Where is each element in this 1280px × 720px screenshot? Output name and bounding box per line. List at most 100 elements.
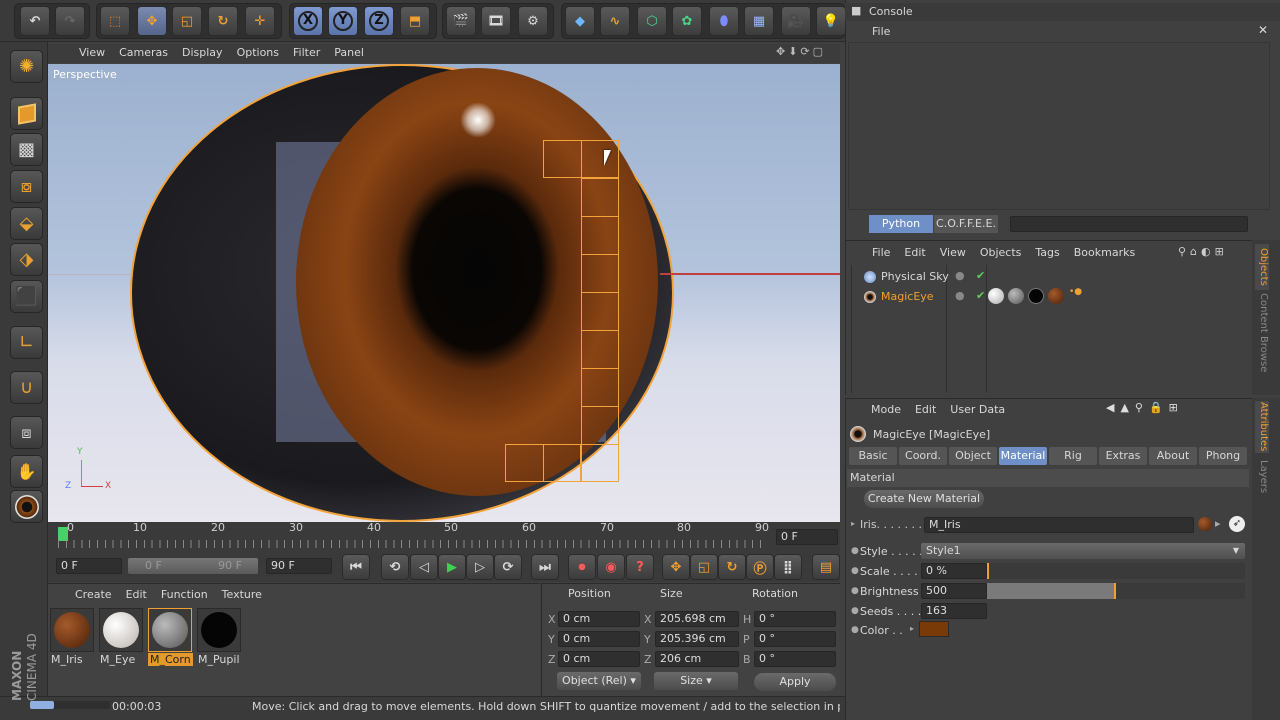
coord-size-select[interactable]: Size ▾: [654, 672, 738, 690]
viewport-nav-icons[interactable]: ✥⬇⟳▢: [776, 45, 826, 58]
redo-icon[interactable]: ↷: [55, 6, 85, 36]
attribute-menu-mode[interactable]: Mode: [864, 401, 908, 419]
scale-slider[interactable]: [987, 563, 1245, 579]
material-tag-iris[interactable]: [1048, 288, 1064, 304]
apply-button[interactable]: Apply: [754, 673, 836, 691]
x-axis-button[interactable]: X: [293, 6, 323, 36]
iris-expand-icon[interactable]: ▸: [851, 519, 855, 528]
workplane-mode-icon[interactable]: ⧇: [10, 170, 43, 203]
material-tag-pupil[interactable]: [1028, 288, 1044, 304]
enabled-check-icon[interactable]: ✔: [976, 269, 985, 282]
timeline-window-icon[interactable]: ▤: [812, 554, 840, 580]
rot-b-field[interactable]: 0 °: [754, 651, 836, 667]
size-z-field[interactable]: 206 cm: [655, 651, 739, 667]
brightness-field[interactable]: 500: [921, 583, 987, 599]
render-view-icon[interactable]: 🎬: [446, 6, 476, 36]
side-tab-content-browser[interactable]: Content Browse: [1255, 293, 1269, 377]
material-m-iris[interactable]: [50, 608, 94, 652]
viewport-canvas[interactable]: Y Z X Perspective: [48, 64, 840, 522]
size-x-field[interactable]: 205.698 cm: [655, 611, 739, 627]
tab-about[interactable]: About: [1149, 447, 1197, 465]
material-tag-corn[interactable]: [1008, 288, 1024, 304]
style-dropdown[interactable]: Style1 ▼: [921, 543, 1245, 559]
coordinate-system-icon[interactable]: ⬒: [400, 6, 430, 36]
previous-frame-icon[interactable]: ◁: [410, 554, 438, 580]
object-menu-bookmarks[interactable]: Bookmarks: [1067, 244, 1142, 262]
floor-icon[interactable]: ▦: [744, 6, 774, 36]
tab-coffee[interactable]: C.O.F.F.E.E.: [934, 215, 998, 233]
move-icon[interactable]: ✥: [137, 6, 167, 36]
tab-python[interactable]: Python: [869, 215, 933, 233]
pos-x-field[interactable]: 0 cm: [558, 611, 640, 627]
create-tool-icon[interactable]: ✛: [245, 6, 275, 36]
scale-anim-dot-icon[interactable]: ●: [851, 566, 859, 576]
color-expand-icon[interactable]: ▸: [910, 624, 914, 633]
create-new-material-button[interactable]: Create New Material: [864, 490, 984, 508]
tab-phong[interactable]: Phong: [1199, 447, 1247, 465]
material-menu-create[interactable]: Create: [68, 586, 119, 604]
attribute-menu-edit[interactable]: Edit: [908, 401, 943, 419]
deformer-icon[interactable]: ⬮: [709, 6, 739, 36]
snap-magnet-icon[interactable]: ∪: [10, 371, 43, 404]
live-select-icon[interactable]: ⬚: [100, 6, 130, 36]
light-icon[interactable]: 💡: [816, 6, 846, 36]
color-swatch[interactable]: [919, 621, 949, 637]
brightness-slider[interactable]: [987, 583, 1245, 599]
material-m-pupil[interactable]: [197, 608, 241, 652]
pos-z-field[interactable]: 0 cm: [558, 651, 640, 667]
rot-h-field[interactable]: 0 °: [754, 611, 836, 627]
color-anim-dot-icon[interactable]: ●: [851, 625, 859, 635]
y-axis-button[interactable]: Y: [328, 6, 358, 36]
style-anim-dot-icon[interactable]: ●: [851, 546, 859, 556]
object-menu-view[interactable]: View: [933, 244, 973, 262]
object-menu-tags[interactable]: Tags: [1028, 244, 1066, 262]
autokey-icon[interactable]: ◉: [597, 554, 625, 580]
material-tag-eye[interactable]: [988, 288, 1004, 304]
start-frame-field[interactable]: 0 F: [56, 558, 122, 574]
cube-primitive-icon[interactable]: ◆: [565, 6, 595, 36]
axis-mode-icon[interactable]: ∟: [10, 326, 43, 359]
console-input[interactable]: [1010, 216, 1248, 232]
eye-object-icon[interactable]: [10, 490, 43, 523]
make-editable-icon[interactable]: ✺: [10, 50, 43, 83]
key-pla-icon[interactable]: ⣿: [774, 554, 802, 580]
texture-mode-icon[interactable]: ▩: [10, 133, 43, 166]
go-to-end-icon[interactable]: ⏭: [531, 554, 559, 580]
frame-range-slider[interactable]: 0 F 90 F: [128, 558, 258, 574]
undo-icon[interactable]: ↶: [20, 6, 50, 36]
console-output[interactable]: [848, 42, 1270, 210]
coord-mode-select[interactable]: Object (Rel) ▾: [557, 672, 641, 690]
viewport-menu-options[interactable]: Options: [230, 44, 286, 62]
tab-object[interactable]: Object: [949, 447, 997, 465]
go-to-start-icon[interactable]: ⏮: [342, 554, 370, 580]
attribute-menu-user-data[interactable]: User Data: [943, 401, 1012, 419]
attribute-nav-icons[interactable]: ◀▲⚲🔒⊞: [1106, 401, 1184, 414]
next-frame-icon[interactable]: ▷: [466, 554, 494, 580]
viewport-menu-cameras[interactable]: Cameras: [112, 44, 175, 62]
sculpt-icon[interactable]: ✋: [10, 455, 43, 488]
side-tab-attributes[interactable]: Attributes: [1255, 401, 1269, 453]
python-tag-icon[interactable]: •●: [1069, 287, 1082, 297]
seeds-anim-dot-icon[interactable]: ●: [851, 606, 859, 616]
tab-material[interactable]: Material: [999, 447, 1047, 465]
scale-field[interactable]: 0 %: [921, 563, 987, 579]
key-position-icon[interactable]: ✥: [662, 554, 690, 580]
material-m-eye[interactable]: [99, 608, 143, 652]
material-menu-texture[interactable]: Texture: [215, 586, 269, 604]
camera-icon[interactable]: 🎥: [781, 6, 811, 36]
workplane-lock-icon[interactable]: ⧈: [10, 416, 43, 449]
side-tab-layers[interactable]: Layers: [1255, 460, 1269, 500]
edges-mode-icon[interactable]: ⬗: [10, 243, 43, 276]
object-menu-file[interactable]: File: [865, 244, 897, 262]
play-icon[interactable]: ▶: [438, 554, 466, 580]
seeds-field[interactable]: 163: [921, 603, 987, 619]
keyframe-selection-icon[interactable]: ?: [626, 554, 654, 580]
viewport-menu-display[interactable]: Display: [175, 44, 230, 62]
end-frame-field[interactable]: 90 F: [266, 558, 332, 574]
key-parameter-icon[interactable]: Ⓟ: [746, 554, 774, 580]
side-tab-objects[interactable]: Objects: [1255, 244, 1269, 290]
tab-coord[interactable]: Coord.: [899, 447, 947, 465]
render-picture-viewer-icon[interactable]: 🎞: [481, 6, 511, 36]
material-menu-edit[interactable]: Edit: [119, 586, 154, 604]
visibility-dots-icon[interactable]: ●: [955, 269, 965, 282]
